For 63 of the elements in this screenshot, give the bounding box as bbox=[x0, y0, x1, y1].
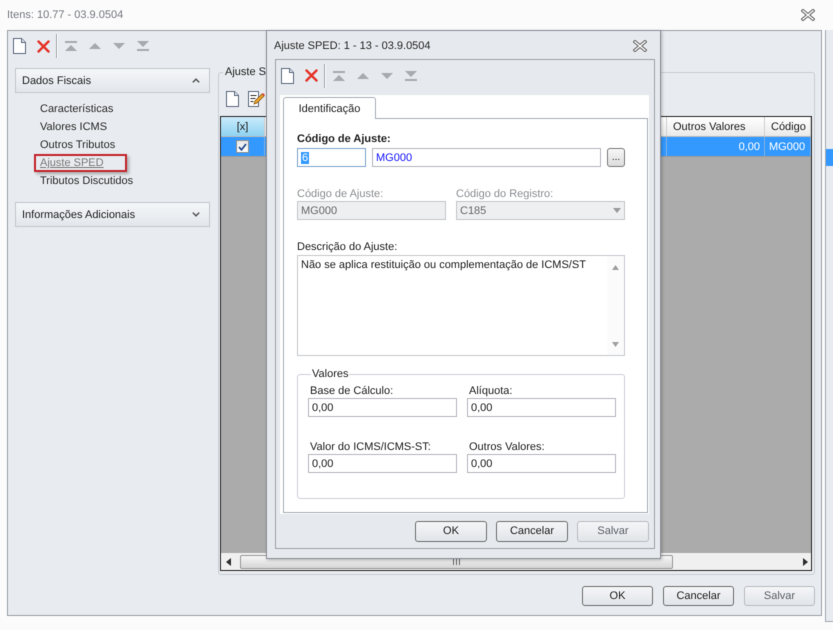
dialog-button[interactable]: Cancelar bbox=[496, 520, 568, 542]
close-icon[interactable] bbox=[633, 40, 647, 52]
triangle-down-bar-icon[interactable] bbox=[405, 70, 417, 80]
field-label: Base de Cálculo: bbox=[309, 384, 394, 398]
tab[interactable]: Identificação bbox=[283, 97, 376, 119]
triangle-down-icon[interactable] bbox=[381, 72, 393, 78]
close-icon[interactable] bbox=[801, 9, 815, 21]
triangle-up-bar-icon[interactable] bbox=[65, 41, 77, 51]
column-header[interactable]: [x] bbox=[221, 117, 265, 136]
document-icon[interactable] bbox=[12, 38, 26, 54]
table-row bbox=[826, 149, 833, 166]
number-field[interactable]: 0,00 bbox=[467, 398, 616, 417]
triangle-down-icon[interactable] bbox=[113, 43, 125, 49]
delete-icon[interactable] bbox=[304, 69, 318, 82]
field-label: Código do Registro: bbox=[456, 187, 554, 201]
field-label: Código de Ajuste: bbox=[297, 132, 392, 147]
column-header[interactable]: Outros Valores bbox=[667, 117, 765, 136]
group-title: Valores bbox=[311, 368, 350, 380]
checkbox[interactable] bbox=[236, 140, 249, 153]
scroll-down-icon[interactable] bbox=[612, 342, 619, 347]
field-label: Valor do ICMS/ICMS-ST: bbox=[309, 440, 432, 454]
group-title: Ajuste S bbox=[224, 66, 267, 78]
scroll-right-icon[interactable] bbox=[803, 558, 808, 566]
chevron-up-icon[interactable] bbox=[192, 78, 200, 83]
chevron-down-icon[interactable] bbox=[192, 212, 200, 217]
field-label: Alíquota: bbox=[468, 384, 514, 398]
check-icon bbox=[238, 142, 247, 150]
sidebar-item[interactable]: Ajuste SPED bbox=[34, 154, 127, 172]
table-cell: 0,00 bbox=[667, 137, 765, 156]
name-field[interactable]: MG000 bbox=[372, 148, 601, 167]
triangle-down-bar-icon[interactable] bbox=[137, 41, 149, 51]
document-icon[interactable] bbox=[226, 91, 238, 107]
scroll-up-icon[interactable] bbox=[612, 265, 619, 270]
sidebar-item[interactable]: Valores ICMS bbox=[34, 118, 114, 136]
sidebar-item[interactable]: Características bbox=[34, 100, 120, 118]
field-label: Outros Valores: bbox=[468, 440, 546, 454]
number-field[interactable]: 0,00 bbox=[308, 454, 457, 473]
grip-icon bbox=[453, 558, 460, 564]
number-field[interactable]: 0,00 bbox=[467, 454, 616, 473]
dialog-button[interactable]: OK bbox=[582, 586, 653, 606]
triangle-up-icon[interactable] bbox=[89, 43, 101, 49]
edit-icon[interactable] bbox=[248, 91, 264, 107]
scroll-left-icon[interactable] bbox=[226, 558, 231, 566]
sidebar-item[interactable]: Tributos Discutidos bbox=[34, 172, 140, 190]
number-field[interactable]: 0,00 bbox=[308, 398, 457, 417]
window-title: Itens: 10.77 - 03.9.0504 bbox=[7, 9, 124, 21]
document-icon[interactable] bbox=[280, 68, 294, 84]
section-header[interactable]: Dados Fiscais bbox=[15, 68, 210, 93]
dialog-title: Ajuste SPED: 1 - 13 - 03.9.0504 bbox=[274, 40, 431, 52]
triangle-up-bar-icon[interactable] bbox=[333, 70, 345, 80]
field-label: Código de Ajuste: bbox=[297, 187, 384, 201]
sidebar-item[interactable]: Outros Tributos bbox=[34, 136, 122, 154]
triangle-up-icon[interactable] bbox=[357, 72, 369, 78]
lookup-button[interactable]: ... bbox=[607, 148, 625, 167]
dropdown-arrow-icon bbox=[613, 208, 621, 213]
field-label: Descrição do Ajuste: bbox=[297, 240, 398, 254]
dialog-button[interactable]: OK bbox=[415, 520, 487, 542]
delete-icon[interactable] bbox=[36, 40, 50, 52]
section-header[interactable]: Informações Adicionais bbox=[15, 202, 210, 227]
description-field[interactable]: Não se aplica restituição ou complementação de ICMS/ST bbox=[297, 255, 625, 356]
dialog-button[interactable]: Cancelar bbox=[663, 586, 734, 606]
table-cell: MG000 bbox=[765, 137, 811, 156]
column-header[interactable]: Código bbox=[765, 117, 811, 136]
